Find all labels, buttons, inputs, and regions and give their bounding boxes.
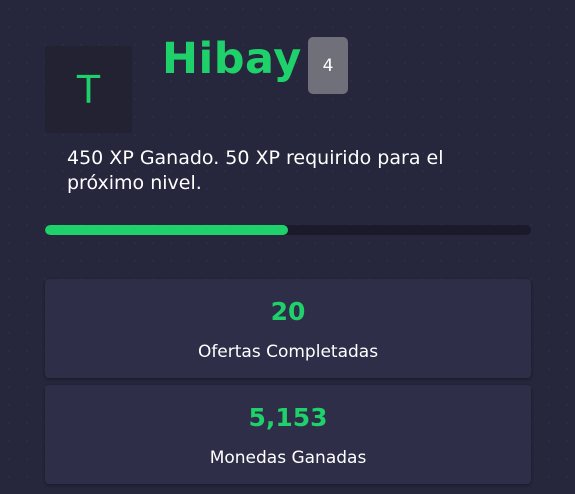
username: Hibay (162, 34, 302, 84)
stat-card-coins: 5,153 Monedas Ganadas (45, 385, 531, 484)
stat-value: 20 (270, 297, 306, 326)
xp-progress-fill (45, 225, 288, 235)
stat-value: 5,153 (248, 403, 328, 432)
level-number: 4 (322, 55, 334, 76)
stat-card-offers: 20 Ofertas Completadas (45, 279, 531, 378)
level-badge: 4 (308, 37, 348, 94)
avatar-initial: T (76, 67, 101, 112)
xp-status-text: 450 XP Ganado. 50 XP requirido para el p… (67, 147, 444, 194)
stat-label: Ofertas Completadas (197, 342, 379, 362)
xp-progress-bar (45, 225, 531, 235)
stat-label: Monedas Ganadas (209, 448, 367, 468)
avatar: T (45, 46, 132, 133)
